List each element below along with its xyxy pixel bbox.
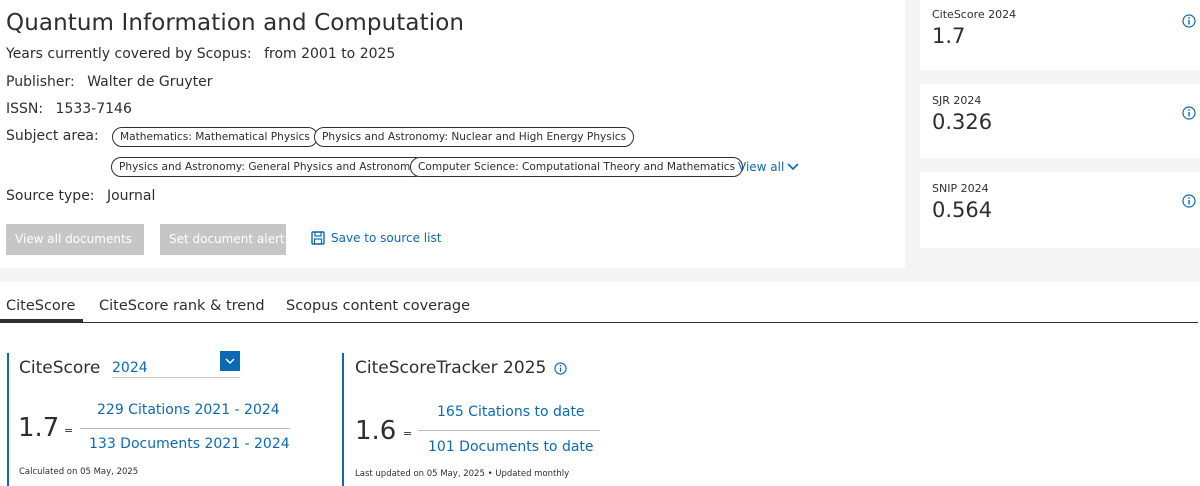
publisher-label: Publisher: — [6, 74, 75, 90]
metric-value: 1.7 — [932, 24, 966, 48]
info-icon[interactable] — [1182, 106, 1196, 120]
subject-chip[interactable]: Physics and Astronomy: General Physics a… — [111, 157, 425, 177]
sjr-metric-card: SJR 2024 0.326 — [920, 84, 1200, 158]
tracker-value: 1.6 — [355, 416, 397, 446]
tracker-updated-note: Last updated on 05 May, 2025 • Updated m… — [355, 469, 570, 479]
equals-sign: = — [403, 427, 413, 440]
chevron-down-icon — [225, 357, 235, 364]
view-all-documents-label: View all documents — [15, 232, 132, 246]
citescore-panel-accent — [7, 353, 9, 486]
tracker-documents-link[interactable]: 101 Documents to date — [428, 439, 594, 455]
metric-label: SNIP 2024 — [932, 182, 989, 195]
chevron-down-icon — [787, 163, 799, 171]
source-type-label: Source type: — [6, 188, 95, 204]
fraction-line — [418, 430, 600, 431]
metric-value: 0.564 — [932, 198, 993, 222]
publisher-row: Publisher: Walter de Gruyter — [6, 74, 213, 90]
tracker-panel-title: CiteScoreTracker 2025 — [355, 358, 547, 378]
year-dropdown-button[interactable] — [220, 351, 240, 371]
source-title: Quantum Information and Computation — [6, 10, 465, 36]
view-all-label: View all — [738, 160, 785, 174]
years-covered-label: Years currently covered by Scopus: — [6, 46, 252, 62]
view-all-subjects-link[interactable]: View all — [738, 160, 799, 174]
view-all-documents-button[interactable]: View all documents — [6, 224, 144, 255]
source-type-row: Source type: Journal — [6, 188, 155, 204]
source-info: Quantum Information and Computation Year… — [0, 0, 905, 268]
save-icon — [311, 231, 325, 245]
fraction-line — [80, 428, 290, 429]
citescore-value: 1.7 — [18, 413, 60, 443]
save-to-source-list-link[interactable]: Save to source list — [311, 231, 441, 245]
snip-metric-card: SNIP 2024 0.564 — [920, 172, 1200, 248]
metric-value: 0.326 — [932, 110, 993, 134]
equals-sign: = — [64, 424, 74, 437]
citescore-citations-link[interactable]: 229 Citations 2021 - 2024 — [97, 402, 280, 418]
tab-bar: CiteScore CiteScore rank & trend Scopus … — [0, 282, 1200, 324]
tracker-panel-accent — [342, 353, 344, 486]
years-covered-value: from 2001 to 2025 — [264, 46, 396, 62]
subject-chip[interactable]: Mathematics: Mathematical Physics — [112, 127, 318, 147]
metric-label: SJR 2024 — [932, 94, 982, 107]
metric-label: CiteScore 2024 — [932, 8, 1017, 21]
tab-bar-divider — [0, 322, 1198, 323]
info-icon[interactable] — [1182, 194, 1196, 208]
years-covered-row: Years currently covered by Scopus: from … — [6, 46, 395, 62]
tracker-panel-title-row: CiteScoreTracker 2025 — [355, 358, 567, 378]
issn-value: 1533-7146 — [55, 101, 132, 117]
issn-label: ISSN: — [6, 101, 44, 117]
citescore-calculated-note: Calculated on 05 May, 2025 — [19, 467, 139, 477]
section-divider — [0, 268, 1200, 282]
subject-chip[interactable]: Physics and Astronomy: Nuclear and High … — [314, 127, 635, 147]
year-select-underline — [112, 377, 240, 378]
info-icon[interactable] — [1182, 14, 1196, 28]
source-type-value: Journal — [106, 188, 156, 204]
citescore-documents-link[interactable]: 133 Documents 2021 - 2024 — [89, 436, 290, 452]
publisher-value: Walter de Gruyter — [87, 74, 213, 90]
citescore-metric-card: CiteScore 2024 1.7 — [920, 0, 1200, 70]
subject-area-label: Subject area: — [6, 128, 99, 144]
citescore-panel-title: CiteScore — [19, 358, 101, 378]
tracker-citations-link[interactable]: 165 Citations to date — [437, 404, 585, 420]
subject-chip[interactable]: Computer Science: Computational Theory a… — [410, 157, 744, 177]
set-document-alert-button[interactable]: Set document alert — [160, 224, 286, 255]
tab-citescore-rank-trend[interactable]: CiteScore rank & trend — [99, 298, 265, 314]
tab-scopus-content-coverage[interactable]: Scopus content coverage — [286, 298, 470, 314]
issn-row: ISSN: 1533-7146 — [6, 101, 132, 117]
citescore-year-select[interactable]: 2024 — [112, 360, 148, 376]
save-to-source-list-label: Save to source list — [331, 231, 442, 245]
info-icon[interactable] — [554, 361, 567, 375]
tab-citescore[interactable]: CiteScore — [6, 298, 75, 314]
subject-area-row: Subject area: — [6, 128, 107, 144]
